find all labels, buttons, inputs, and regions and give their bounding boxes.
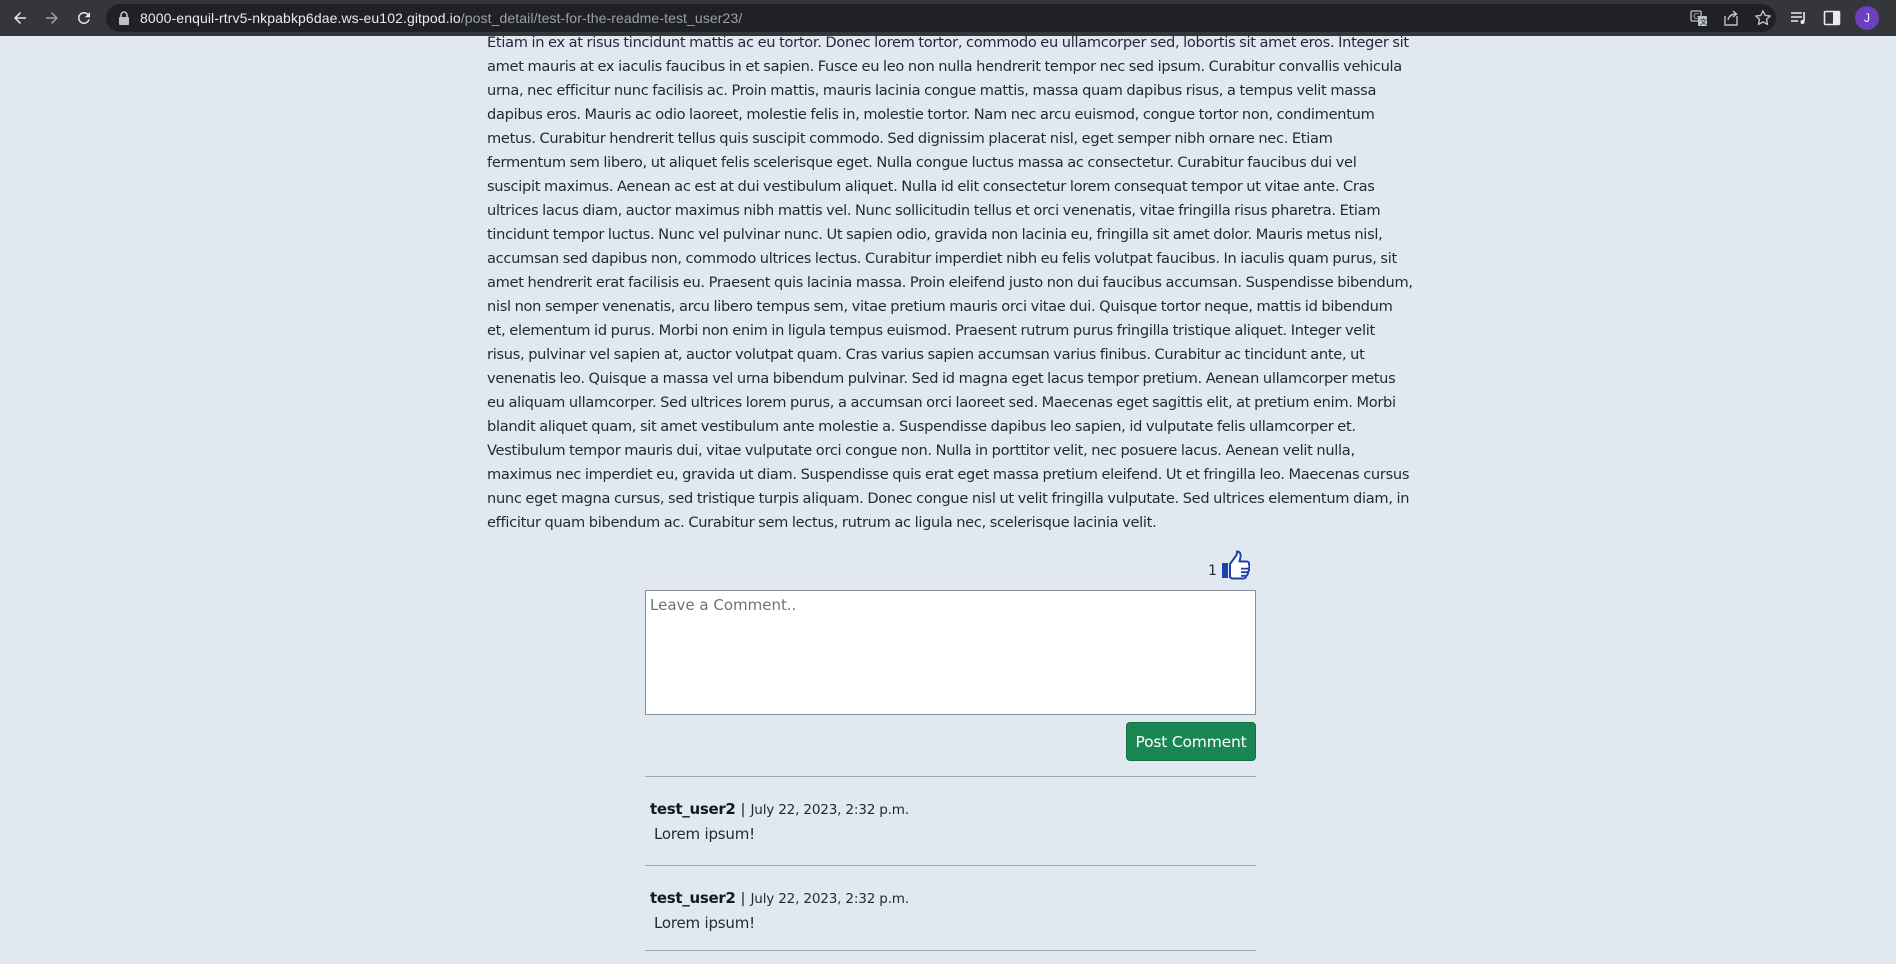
comment-input[interactable] [645,590,1256,715]
comment-date: July 22, 2023, 2:32 p.m. [750,891,909,907]
like-button[interactable] [1220,550,1251,580]
lock-icon [119,11,129,25]
svg-text:文: 文 [1700,17,1707,26]
url-path: /post_detail/test-for-the-readme-test_us… [460,10,743,26]
back-button[interactable] [6,6,34,30]
arrow-left-icon [14,12,26,24]
bookmark-star-icon[interactable] [1754,9,1772,27]
forward-button[interactable] [38,6,66,30]
comment-header: test_user2 | July 22, 2023, 2:32 p.m. [650,889,1250,908]
arrow-right-icon [46,12,58,24]
comment-divider [645,865,1256,866]
comment-divider [645,950,1256,951]
media-queue-icon[interactable] [1789,8,1809,28]
reload-icon [77,11,90,24]
comment-date: July 22, 2023, 2:32 p.m. [750,802,909,818]
comment-body: Lorem ipsum! [654,914,755,932]
url-host: 8000-enquil-rtrv5-nkpabkp6dae.ws-eu102.g… [140,10,461,26]
like-count: 1 [1208,563,1217,579]
comment-item: test_user2 | July 22, 2023, 2:32 p.m. Lo… [650,800,1250,843]
post-body: Etiam in ex at risus tincidunt mattis ac… [487,34,1413,531]
thumbs-up-icon [1221,550,1251,580]
share-icon[interactable] [1722,9,1740,27]
comment-divider [645,776,1256,777]
comment-item: test_user2 | July 22, 2023, 2:32 p.m. Lo… [650,889,1250,932]
like-section: 1 [1208,550,1251,580]
comment-separator: | [740,802,746,818]
comment-author: test_user2 [650,889,736,907]
post-comment-button[interactable]: Post Comment [1126,722,1256,761]
comment-separator: | [740,891,746,907]
side-panel-icon[interactable] [1822,8,1842,28]
comment-body: Lorem ipsum! [654,825,755,843]
comment-author: test_user2 [650,800,736,818]
profile-avatar[interactable]: J [1855,6,1879,30]
reload-button[interactable] [70,6,98,30]
url-text: 8000-enquil-rtrv5-nkpabkp6dae.ws-eu102.g… [140,10,742,26]
translate-icon[interactable]: G文 [1690,9,1708,27]
comment-header: test_user2 | July 22, 2023, 2:32 p.m. [650,800,1250,819]
address-bar[interactable]: 8000-enquil-rtrv5-nkpabkp6dae.ws-eu102.g… [106,4,1776,32]
